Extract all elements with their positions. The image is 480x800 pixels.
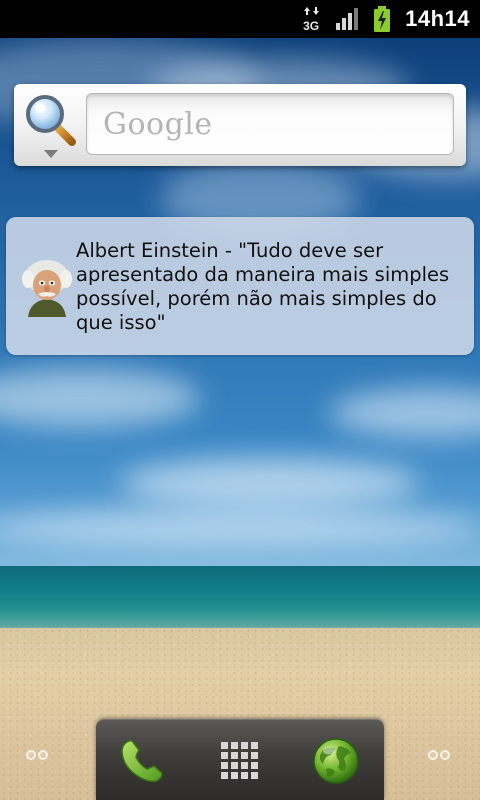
page-dot xyxy=(26,750,36,760)
signal-strength-icon xyxy=(336,8,359,30)
quote-text: Albert Einstein - "Tudo deve ser apresen… xyxy=(76,239,450,334)
search-input[interactable]: Google xyxy=(86,93,454,155)
page-indicator-right[interactable] xyxy=(428,748,456,762)
app-grid-icon xyxy=(221,742,258,779)
page-dot xyxy=(440,750,450,760)
sea xyxy=(0,566,480,636)
google-search-widget: Google xyxy=(14,84,466,166)
battery-charging-icon xyxy=(374,6,391,32)
dropdown-arrow-icon xyxy=(44,150,58,158)
browser-button[interactable] xyxy=(308,733,364,789)
phone-handset-icon xyxy=(121,739,163,783)
app-drawer-button[interactable] xyxy=(212,733,268,789)
search-engine-selector-button[interactable] xyxy=(20,90,82,160)
page-indicator-left[interactable] xyxy=(26,748,54,762)
page-dot xyxy=(428,750,438,760)
search-placeholder: Google xyxy=(103,106,213,142)
network-type-label: 3G xyxy=(303,19,320,33)
network-3g-icon: 3G xyxy=(303,6,321,32)
data-arrows-icon xyxy=(304,7,320,15)
quote-widget[interactable]: Albert Einstein - "Tudo deve ser apresen… xyxy=(6,217,474,355)
globe-icon xyxy=(313,738,359,784)
dock xyxy=(96,719,384,800)
status-clock: 14h14 xyxy=(405,6,470,31)
einstein-avatar-icon xyxy=(22,260,72,317)
phone-button[interactable] xyxy=(114,733,170,789)
status-bar: 3G 14h14 xyxy=(0,0,480,38)
page-dot xyxy=(38,750,48,760)
